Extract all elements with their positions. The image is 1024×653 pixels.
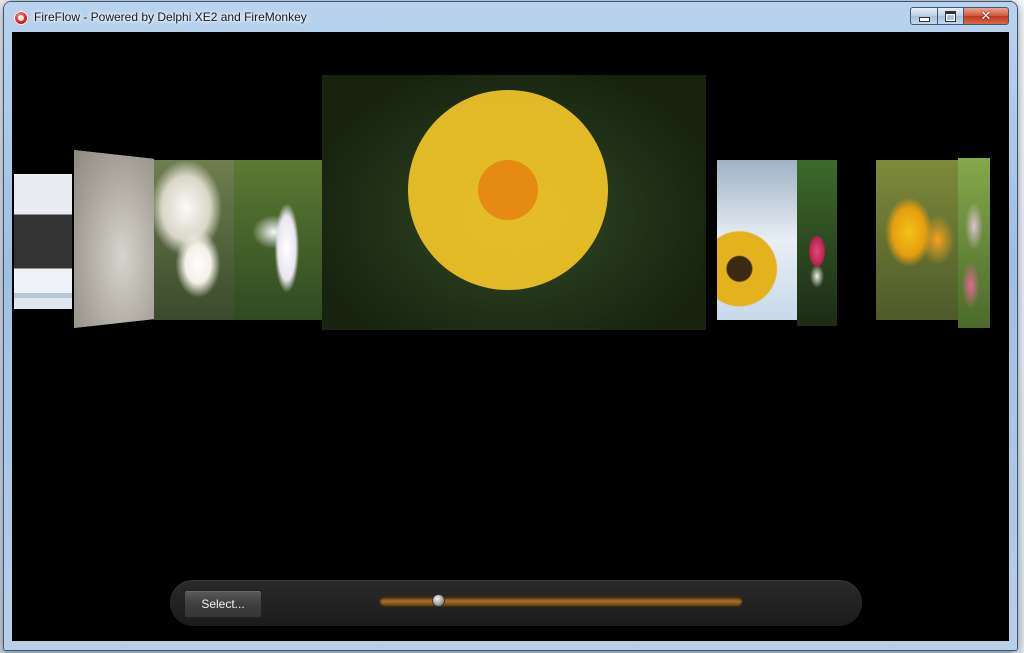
reflection-fade [14,309,72,444]
cover-reflection [797,160,837,326]
cover-reflection [74,150,154,328]
cover-left-2[interactable] [154,160,234,480]
minimize-button[interactable] [910,7,938,25]
cover-right-3[interactable] [876,160,958,480]
reflection-fade [876,320,958,480]
title-bar[interactable]: FireFlow - Powered by Delphi XE2 and Fir… [4,2,1017,32]
cover-reflection [958,158,990,328]
close-button[interactable]: ✕ [963,7,1009,25]
cover-reflection [234,160,322,320]
maximize-icon [945,10,956,22]
cover-right-4[interactable] [958,158,990,498]
cover-right-1[interactable] [717,160,797,480]
cover-reflection [14,174,72,309]
cover-reflection [322,75,706,330]
reflection-fade [234,320,322,480]
reflection-fade [154,320,234,480]
control-bar: Select... [170,580,862,626]
reflection-fade [322,330,706,585]
close-icon: ✕ [980,8,992,24]
cover-slider[interactable] [380,595,742,606]
cover-center[interactable] [322,75,706,585]
reflection-fade [958,328,990,498]
minimize-icon [918,16,930,22]
fireflow-app-icon [14,11,28,25]
reflection-fade [74,328,154,506]
app-window: FireFlow - Powered by Delphi XE2 and Fir… [4,2,1017,650]
cover-right-2[interactable] [797,160,837,492]
yellow-gerbera-reflection-icon [408,90,608,290]
window-title: FireFlow - Powered by Delphi XE2 and Fir… [34,10,307,24]
slider-thumb[interactable] [433,595,444,606]
cover-left-4[interactable] [14,174,72,444]
cover-reflection [154,160,234,320]
reflection-fade [797,326,837,492]
cover-left-3[interactable] [74,150,154,506]
maximize-button[interactable] [937,7,964,25]
cover-reflection [876,160,958,320]
client-area: Select... [12,32,1009,641]
select-button[interactable]: Select... [184,590,262,618]
cover-flow-stage[interactable] [12,32,1009,585]
cover-reflection [717,160,797,320]
cover-left-1[interactable] [234,160,322,480]
reflection-fade [717,320,797,480]
